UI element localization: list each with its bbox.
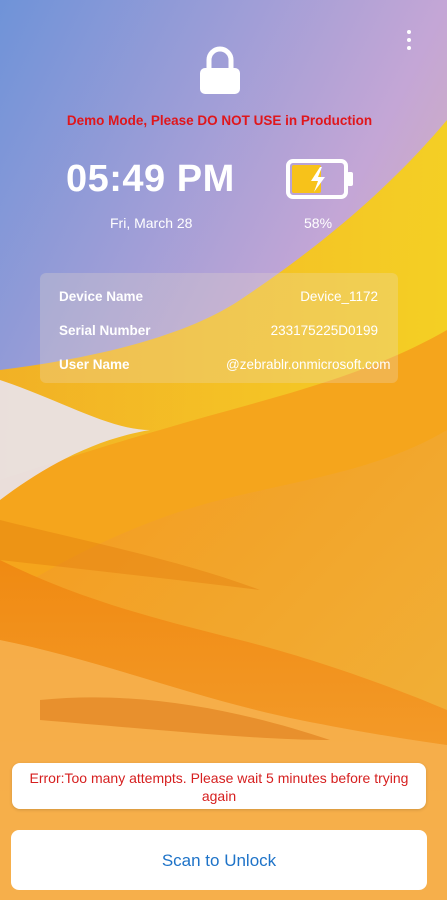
error-banner: Error:Too many attempts. Please wait 5 m… (12, 763, 426, 809)
info-value: Device_1172 (300, 289, 378, 304)
more-options-icon[interactable] (405, 30, 413, 50)
info-row-user-name: User Name @zebrablr.onmicrosoft.com (40, 357, 398, 381)
clock-date: Fri, March 28 (110, 215, 193, 231)
info-label: Device Name (59, 289, 144, 304)
menu-dot (407, 46, 411, 50)
lock-screen: Demo Mode, Please DO NOT USE in Producti… (0, 0, 447, 900)
error-message: Error:Too many attempts. Please wait 5 m… (29, 770, 409, 804)
info-value: 233175225D0199 (270, 323, 378, 338)
info-label: User Name (59, 357, 130, 372)
battery-charging-icon (286, 159, 353, 199)
clock-time: 05:49 PM (66, 158, 235, 200)
scan-button-label: Scan to Unlock (161, 851, 277, 870)
info-label: Serial Number (59, 323, 151, 338)
info-value: @zebrablr.onmicrosoft.com (226, 357, 391, 372)
scan-to-unlock-button[interactable]: Scan to Unlock (11, 830, 427, 890)
info-row-device-name: Device Name Device_1172 (40, 289, 398, 313)
battery-percent: 58% (304, 215, 333, 231)
menu-dot (407, 38, 411, 42)
lock-icon (200, 46, 240, 94)
device-info-card: Device Name Device_1172 Serial Number 23… (40, 273, 398, 383)
info-row-serial-number: Serial Number 233175225D0199 (40, 323, 398, 347)
menu-dot (407, 30, 411, 34)
demo-mode-notice: Demo Mode, Please DO NOT USE in Producti… (66, 113, 373, 128)
